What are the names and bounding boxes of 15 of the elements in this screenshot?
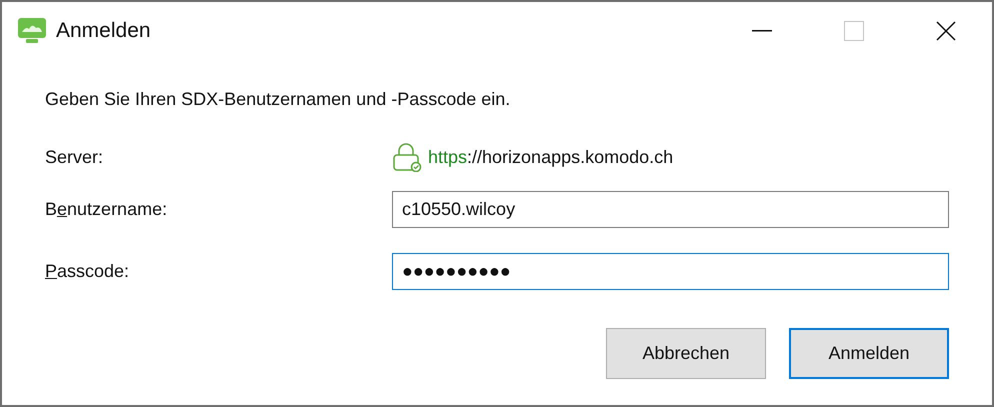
server-url: https://horizonapps.komodo.ch — [428, 146, 674, 169]
text-field[interactable]: c10550.wilcoy — [392, 191, 949, 228]
maximize-icon — [844, 21, 864, 41]
field-label: Passcode: — [45, 260, 130, 283]
text-field[interactable]: ●●●●●●●●●● — [392, 253, 949, 290]
close-icon — [936, 21, 956, 41]
window-title: Anmelden — [56, 18, 151, 44]
dialog-button[interactable]: Anmelden — [789, 328, 949, 379]
monitor-icon — [18, 18, 46, 44]
field-label: Server: — [45, 146, 104, 168]
field-label: Benutzername: — [45, 198, 168, 221]
lock-check-icon — [392, 142, 422, 172]
instruction-text: Geben Sie Ihren SDX-Benutzernamen und -Passcode ein. — [45, 88, 512, 111]
minimize-icon — [752, 30, 772, 32]
dialog-button[interactable]: Abbrechen — [606, 328, 766, 379]
